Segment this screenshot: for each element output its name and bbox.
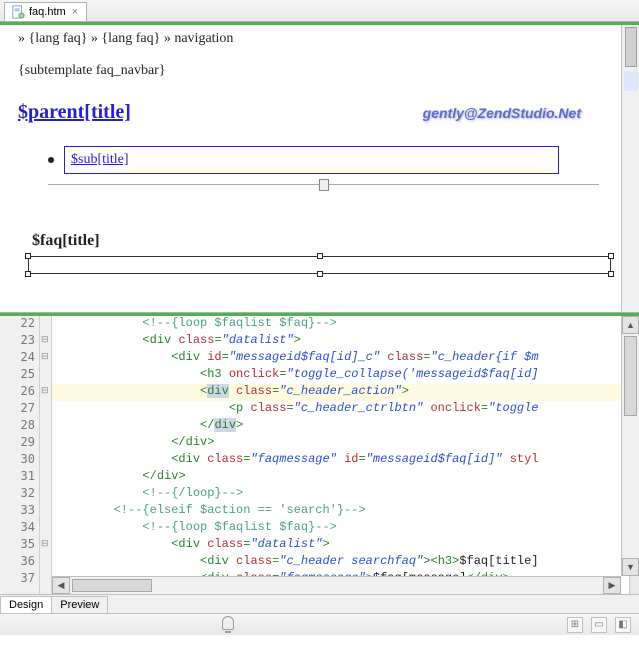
bottom-tab-bar: Design Preview <box>0 594 639 613</box>
design-pane[interactable]: » {lang faq} » {lang faq} » navigation {… <box>0 25 639 313</box>
fold-spacer <box>40 452 51 469</box>
scroll-left-button[interactable]: ◀ <box>52 577 70 594</box>
fold-spacer <box>40 554 51 571</box>
fold-spacer <box>40 503 51 520</box>
code-line[interactable]: <div class="datalist"> <box>52 537 639 554</box>
status-icon[interactable]: ◧ <box>615 617 631 633</box>
line-number: 24 <box>0 350 39 367</box>
fold-spacer <box>40 469 51 486</box>
line-number: 33 <box>0 503 39 520</box>
fold-spacer <box>40 367 51 384</box>
fold-spacer <box>40 435 51 452</box>
fold-spacer <box>40 316 51 333</box>
scrollbar-marker <box>624 71 638 91</box>
fold-spacer <box>40 571 51 588</box>
status-icon[interactable]: ⊞ <box>567 617 583 633</box>
horizontal-rule[interactable] <box>48 184 599 204</box>
line-number: 25 <box>0 367 39 384</box>
bullet-icon <box>48 157 54 163</box>
line-number: 30 <box>0 452 39 469</box>
subtemplate-text: {subtemplate faq_navbar} <box>18 63 621 79</box>
status-icon[interactable]: ▭ <box>591 617 607 633</box>
code-line[interactable]: <p class="c_header_ctrlbtn" onclick="tog… <box>52 401 639 418</box>
scrollbar-thumb[interactable] <box>625 27 637 67</box>
line-number: 32 <box>0 486 39 503</box>
code-line[interactable]: <!--{elseif $action == 'search'}--> <box>52 503 639 520</box>
code-line[interactable]: <div class="datalist"> <box>52 333 639 350</box>
tab-design[interactable]: Design <box>0 596 52 613</box>
fold-column[interactable] <box>40 316 52 594</box>
code-line[interactable]: </div> <box>52 469 639 486</box>
file-tab-faq[interactable]: faq.htm × <box>4 2 87 21</box>
code-scrollbar-vertical[interactable]: ▲ ▼ <box>621 316 639 576</box>
line-number: 26 <box>0 384 39 401</box>
code-area[interactable]: <!--{loop $faqlist $faq}--> <div class="… <box>52 316 639 594</box>
code-line[interactable]: </div> <box>52 418 639 435</box>
line-number: 34 <box>0 520 39 537</box>
code-line[interactable]: <!--{loop $faqlist $faq}--> <box>52 316 639 333</box>
code-line[interactable]: <div class="faqmessage" id="messageid$fa… <box>52 452 639 469</box>
code-scrollbar-horizontal[interactable]: ◀ ▶ <box>52 576 621 594</box>
fold-collapse-icon[interactable] <box>40 384 51 401</box>
fold-spacer <box>40 401 51 418</box>
sub-list: $sub[title] <box>48 146 621 174</box>
file-icon <box>11 5 25 19</box>
tab-preview[interactable]: Preview <box>51 596 108 613</box>
line-number: 27 <box>0 401 39 418</box>
code-pane[interactable]: 22232425262728293031323334353637 <!--{lo… <box>0 316 639 594</box>
sub-title-box[interactable]: $sub[title] <box>64 146 559 174</box>
scroll-right-button[interactable]: ▶ <box>603 577 621 594</box>
selection-handle[interactable] <box>317 253 323 259</box>
line-number: 37 <box>0 571 39 588</box>
selection-handle[interactable] <box>25 253 31 259</box>
line-number: 28 <box>0 418 39 435</box>
design-scrollbar-vertical[interactable] <box>621 25 639 312</box>
scroll-up-button[interactable]: ▲ <box>622 316 639 334</box>
fold-spacer <box>40 520 51 537</box>
watermark-text: gently@ZendStudio.Net <box>423 105 621 121</box>
code-line[interactable]: <h3 onclick="toggle_collapse('messageid$… <box>52 367 639 384</box>
sub-title-text: $sub[title] <box>71 152 129 168</box>
faq-title-heading: $faq[title] <box>32 232 621 250</box>
scrollbar-thumb[interactable] <box>624 336 637 416</box>
resize-handle-icon[interactable] <box>319 179 329 191</box>
line-number: 31 <box>0 469 39 486</box>
selected-element-box[interactable] <box>28 256 611 274</box>
selection-handle[interactable] <box>608 271 614 277</box>
line-number: 35 <box>0 537 39 554</box>
line-number: 29 <box>0 435 39 452</box>
code-line[interactable]: </div> <box>52 435 639 452</box>
mic-icon[interactable] <box>222 616 234 630</box>
fold-spacer <box>40 418 51 435</box>
line-number-gutter: 22232425262728293031323334353637 <box>0 316 40 594</box>
scrollbar-thumb[interactable] <box>72 579 152 592</box>
editor-tab-bar: faq.htm × <box>0 0 639 22</box>
line-number: 36 <box>0 554 39 571</box>
scroll-down-button[interactable]: ▼ <box>622 558 639 576</box>
code-line[interactable]: <div id="messageid$faq[id]_c" class="c_h… <box>52 350 639 367</box>
code-line[interactable]: <div class="c_header_action"> <box>52 384 639 401</box>
code-line[interactable]: <div class="c_header searchfaq"><h3>$faq… <box>52 554 639 571</box>
navigation-text: » {lang faq} » {lang faq} » navigation <box>18 31 621 47</box>
close-icon[interactable]: × <box>70 6 80 18</box>
fold-collapse-icon[interactable] <box>40 350 51 367</box>
fold-collapse-icon[interactable] <box>40 537 51 554</box>
selection-handle[interactable] <box>608 253 614 259</box>
status-bar: ⊞ ▭ ◧ <box>0 613 639 635</box>
fold-collapse-icon[interactable] <box>40 333 51 350</box>
line-number: 22 <box>0 316 39 333</box>
code-line[interactable]: <!--{/loop}--> <box>52 486 639 503</box>
selection-handle[interactable] <box>25 271 31 277</box>
file-tab-label: faq.htm <box>29 6 66 18</box>
code-line[interactable]: <!--{loop $faqlist $faq}--> <box>52 520 639 537</box>
fold-spacer <box>40 486 51 503</box>
parent-title-heading[interactable]: $parent[title] <box>18 101 131 124</box>
selection-handle[interactable] <box>317 271 323 277</box>
line-number: 23 <box>0 333 39 350</box>
